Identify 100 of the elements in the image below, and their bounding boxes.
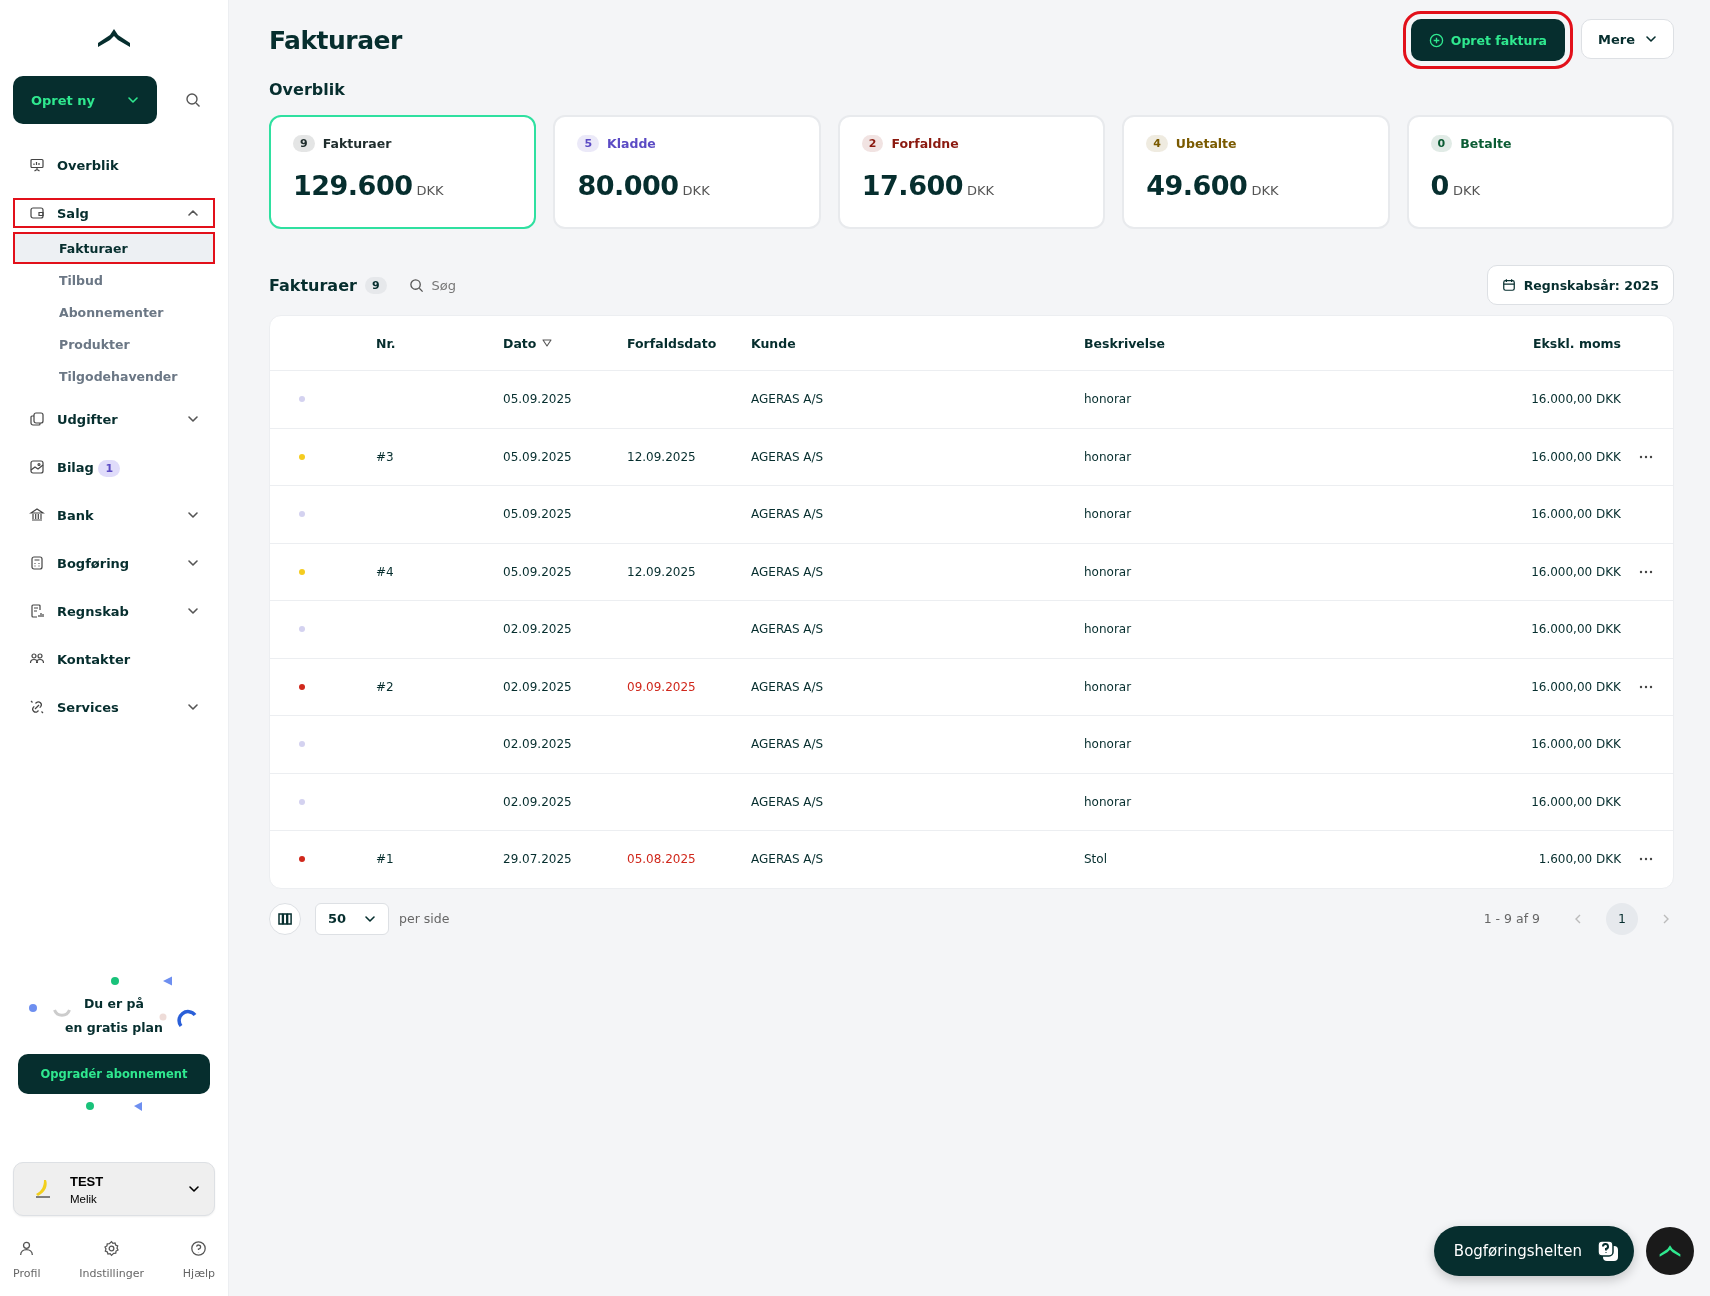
table-cell-text: 02.09.2025 bbox=[503, 679, 573, 694]
nav-item[interactable]: Bogføring bbox=[13, 548, 215, 578]
table-cell-text: Stol bbox=[1084, 852, 1108, 867]
page-title: Fakturaer bbox=[269, 25, 402, 55]
table-cell-text: honorar bbox=[1084, 564, 1133, 579]
table-cell-text: honorar bbox=[1084, 794, 1133, 809]
table-cell-text: 16.000,00 DKK bbox=[1530, 622, 1621, 637]
table-cell-text: 16.000,00 DKK bbox=[1530, 449, 1621, 464]
table-cell-text: 02.09.2025 bbox=[503, 737, 573, 752]
column-header[interactable]: Dato bbox=[503, 335, 537, 351]
currency-label: DKK bbox=[967, 183, 995, 198]
chevron-icon bbox=[187, 413, 199, 425]
card-amount: 17.600 bbox=[861, 170, 963, 201]
currency-label: DKK bbox=[1452, 183, 1480, 198]
calendar-icon bbox=[1501, 278, 1516, 292]
chevron-icon bbox=[127, 94, 139, 106]
presentation-board-icon bbox=[29, 157, 45, 173]
page-button[interactable]: 1 bbox=[1606, 902, 1638, 935]
nav-subitem[interactable]: Fakturaer bbox=[13, 232, 215, 264]
table-cell-text: AGERAS A/S bbox=[751, 794, 825, 809]
create-new-button[interactable]: Opret ny bbox=[13, 76, 157, 124]
columns-icon[interactable] bbox=[269, 902, 301, 935]
nav-item[interactable]: Salg bbox=[13, 198, 215, 228]
calculator-icon bbox=[29, 555, 45, 571]
wallet-icon bbox=[29, 205, 45, 221]
confetti-drawing bbox=[111, 976, 173, 986]
summary-card[interactable]: 9 Fakturaer 129.600 DKK bbox=[269, 115, 537, 229]
confetti-drawing bbox=[29, 1004, 71, 1018]
table-cell-text: AGERAS A/S bbox=[751, 852, 825, 867]
column-header[interactable]: Beskrivelse bbox=[1084, 335, 1166, 351]
table-cell-text: 12.09.2025 bbox=[627, 564, 697, 579]
card-label: Kladde bbox=[607, 136, 656, 151]
column-header[interactable]: Forfaldsdato bbox=[627, 335, 717, 351]
chevron-icon bbox=[187, 701, 199, 713]
footer-link[interactable]: Profil bbox=[13, 1240, 41, 1280]
table-cell-text: honorar bbox=[1084, 392, 1133, 407]
fiscal-year-button[interactable]: Regnskabsår: 2025 bbox=[1486, 265, 1674, 305]
footer-link[interactable]: Indstillinger bbox=[79, 1240, 144, 1280]
more-button[interactable]: Mere bbox=[1581, 19, 1674, 59]
summary-card[interactable]: 4 Ubetalte 49.600 DKK bbox=[1122, 115, 1390, 229]
table-cell-text: #3 bbox=[376, 449, 395, 464]
upgrade-button[interactable]: Opgradér abonnement bbox=[18, 1054, 210, 1094]
column-header[interactable]: Kunde bbox=[751, 335, 796, 351]
chevron-icon bbox=[187, 557, 199, 569]
nav-subitem[interactable]: Tilgodehavender bbox=[13, 360, 215, 392]
footer-link[interactable]: Hjælp bbox=[182, 1240, 215, 1280]
table-cell-text: #4 bbox=[376, 564, 395, 579]
nav-item[interactable]: Udgifter bbox=[13, 404, 215, 434]
table-cell-text: 16.000,00 DKK bbox=[1530, 507, 1621, 522]
organization-switcher[interactable]: TEST Melik bbox=[13, 1162, 215, 1216]
count-badge: 0 bbox=[1430, 135, 1453, 152]
profile-icon bbox=[18, 1240, 36, 1257]
table-cell-text: 1.600,00 DKK bbox=[1537, 852, 1621, 867]
table-cell-text: 16.000,00 DKK bbox=[1530, 679, 1621, 694]
search-icon bbox=[408, 277, 424, 293]
table-cell-text: honorar bbox=[1084, 507, 1133, 522]
count-badge: 9 bbox=[293, 135, 315, 152]
card-amount: 0 bbox=[1430, 170, 1449, 201]
card-amount: 129.600 bbox=[293, 170, 413, 201]
nav-item[interactable]: Bilag 1 bbox=[13, 452, 215, 482]
chevron-icon bbox=[188, 1183, 200, 1195]
table-cell-text: 05.09.2025 bbox=[503, 392, 573, 407]
nav-item[interactable]: Kontakter bbox=[13, 644, 215, 674]
chevron-icon bbox=[187, 605, 199, 617]
column-header[interactable]: Ekskl. moms bbox=[1532, 335, 1621, 351]
summary-card[interactable]: 2 Forfaldne 17.600 DKK bbox=[837, 115, 1106, 229]
count-badge: 9 bbox=[364, 276, 387, 294]
table-cell-text: 29.07.2025 bbox=[503, 852, 573, 867]
table-cell-text: 16.000,00 DKK bbox=[1530, 737, 1621, 752]
table-cell-text: 05.09.2025 bbox=[503, 507, 573, 522]
nav-subitem[interactable]: Tilbud bbox=[13, 264, 215, 296]
table-cell-text: honorar bbox=[1084, 449, 1133, 464]
chevron-icon bbox=[1645, 33, 1657, 45]
confetti-drawing bbox=[84, 1100, 144, 1112]
nav-item[interactable]: Overblik bbox=[13, 150, 215, 180]
table-cell-text: 12.09.2025 bbox=[627, 449, 697, 464]
table-cell-text: honorar bbox=[1084, 737, 1133, 752]
nav-item[interactable]: Services bbox=[13, 692, 215, 722]
table-cell-text: 05.09.2025 bbox=[503, 564, 573, 579]
page-size-dropdown[interactable]: 50 bbox=[315, 902, 389, 935]
nav-item[interactable]: Bank bbox=[13, 500, 215, 530]
currency-label: DKK bbox=[682, 183, 710, 198]
table-cell-text: AGERAS A/S bbox=[751, 737, 825, 752]
broken-link-icon bbox=[29, 699, 45, 715]
column-header[interactable]: Nr. bbox=[376, 335, 396, 351]
summary-card[interactable]: 0 Betalte 0 DKK bbox=[1406, 115, 1674, 229]
table-cell-text: 05.08.2025 bbox=[627, 852, 697, 867]
banana-logo-icon bbox=[34, 1178, 52, 1200]
search-field[interactable]: Søg bbox=[431, 277, 552, 293]
nav-subitem[interactable]: Produkter bbox=[13, 328, 215, 360]
table-cell-text: 02.09.2025 bbox=[503, 794, 573, 809]
nav-subitem[interactable]: Abonnementer bbox=[13, 296, 215, 328]
nav-item[interactable]: Regnskab bbox=[13, 596, 215, 626]
table-cell-text: 16.000,00 DKK bbox=[1530, 392, 1621, 407]
assistant-logo-icon[interactable] bbox=[1646, 1227, 1694, 1275]
summary-card[interactable]: 5 Kladde 80.000 DKK bbox=[553, 115, 821, 229]
logo-icon bbox=[97, 28, 131, 48]
sort-down-icon bbox=[542, 339, 553, 347]
count-badge: 1 bbox=[98, 459, 121, 477]
help-chat-button[interactable]: Bogføringshelten bbox=[1433, 1226, 1634, 1276]
